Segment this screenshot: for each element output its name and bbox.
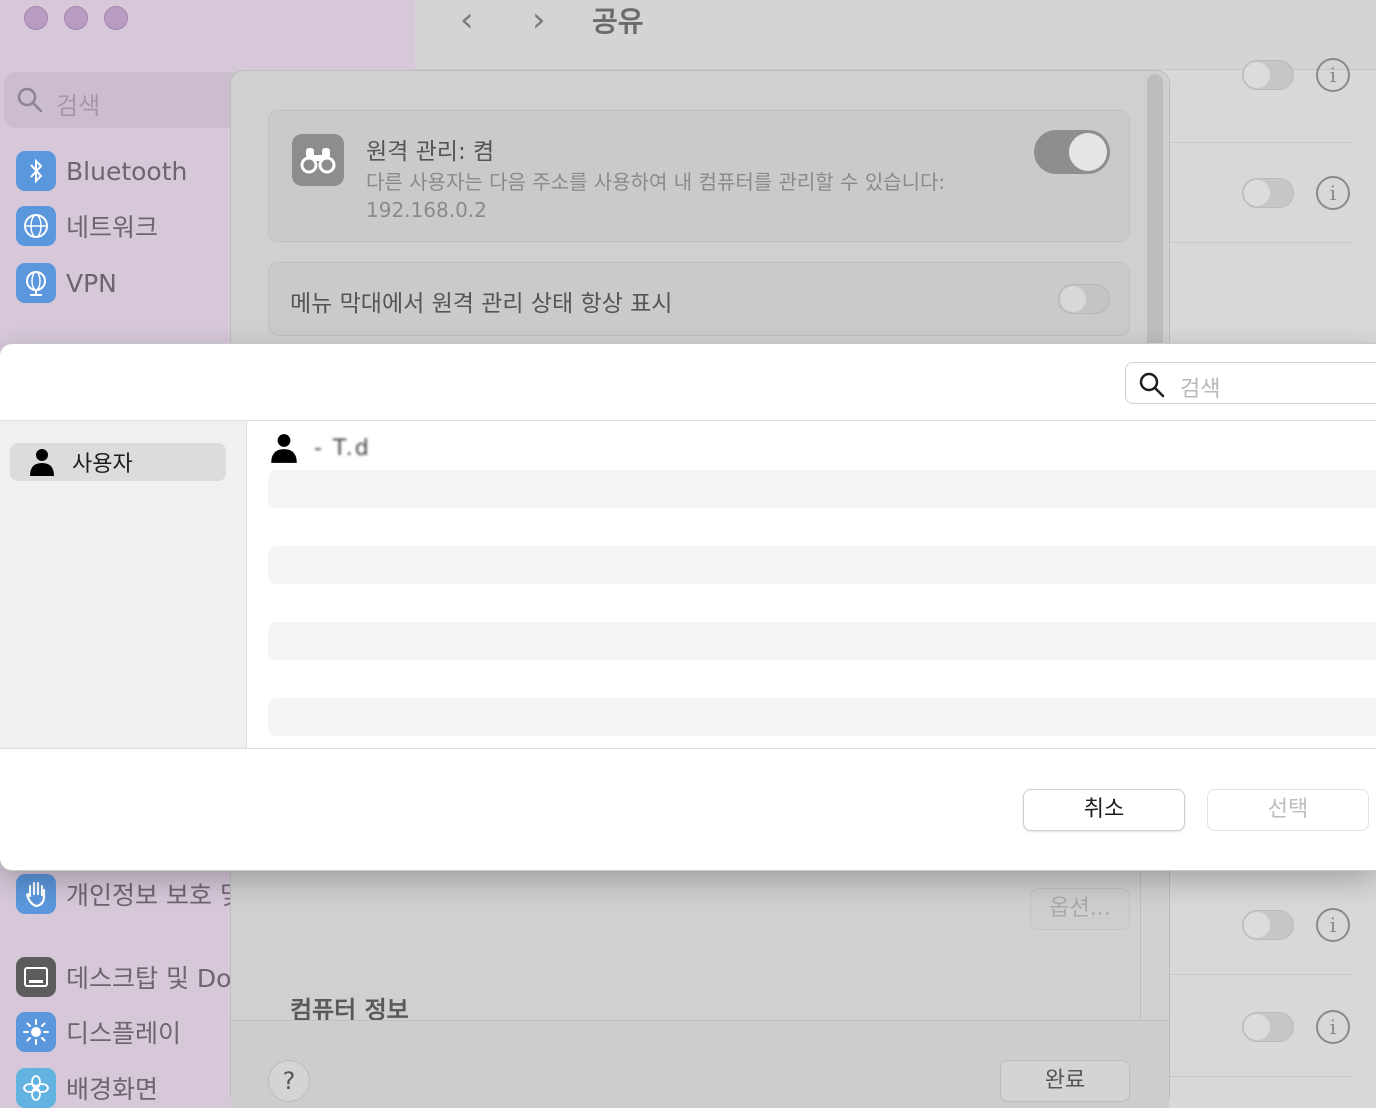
options-button[interactable]: 옵션...: [1030, 888, 1130, 930]
service-toggle[interactable]: [1242, 60, 1294, 90]
sidebar-item-desktop-dock[interactable]: 데스크탑 및 Do: [16, 957, 231, 997]
info-icon[interactable]: i: [1316, 176, 1350, 210]
sidebar-item-label: VPN: [66, 268, 117, 298]
list-stripe: [268, 622, 1376, 660]
sidebar-search-placeholder: 검색: [56, 92, 101, 120]
remote-management-address: 192.168.0.2: [366, 198, 487, 222]
user-search-field[interactable]: 검색: [1125, 362, 1376, 404]
zoom-window-button[interactable]: [104, 6, 128, 30]
row-divider: [1170, 1076, 1354, 1077]
row-divider: [1170, 242, 1354, 243]
menu-bar-status-label: 메뉴 막대에서 원격 관리 상태 항상 표시: [290, 291, 673, 317]
user-picker-dialog: 검색 사용자 - T.d 취소 선택: [0, 344, 1376, 870]
binoculars-icon: [292, 134, 344, 186]
sidebar-item-label: Bluetooth: [66, 156, 188, 186]
cancel-button[interactable]: 취소: [1023, 789, 1185, 831]
remote-management-description: 다른 사용자는 다음 주소를 사용하여 내 컴퓨터를 관리할 수 있습니다: 1…: [366, 168, 1006, 224]
search-icon: [17, 87, 43, 113]
search-icon: [1139, 372, 1165, 398]
sidebar-item-network[interactable]: 네트워크: [16, 206, 158, 246]
user-name: - T.d: [314, 435, 371, 461]
sidebar-item-label: 디스플레이: [66, 1019, 182, 1048]
sheet-scroll-track: [1140, 870, 1141, 1020]
sidebar-item-bluetooth[interactable]: Bluetooth: [16, 151, 187, 191]
row-divider: [1170, 974, 1354, 975]
category-sidebar: 사용자: [0, 421, 247, 748]
forward-button[interactable]: ›: [532, 0, 546, 40]
person-icon: [271, 434, 297, 463]
minimize-window-button[interactable]: [64, 6, 88, 30]
select-button[interactable]: 선택: [1207, 789, 1369, 831]
menu-bar-status-toggle[interactable]: [1058, 284, 1110, 314]
back-button[interactable]: ‹: [460, 0, 474, 40]
done-button[interactable]: 완료: [1000, 1060, 1130, 1102]
close-window-button[interactable]: [24, 6, 48, 30]
display-sun-icon: [16, 1012, 56, 1052]
sidebar-item-displays[interactable]: 디스플레이: [16, 1012, 181, 1052]
dialog-divider: [0, 748, 1376, 749]
list-stripe: [268, 546, 1376, 584]
network-globe-icon: [16, 206, 56, 246]
sidebar-item-label: 데스크탑 및 Do: [66, 964, 232, 993]
remote-management-title: 원격 관리: 켬: [366, 139, 495, 165]
desktop-dock-icon: [16, 957, 56, 997]
user-list-item[interactable]: - T.d: [268, 428, 371, 468]
service-toggle[interactable]: [1242, 178, 1294, 208]
settings-header: [415, 0, 1376, 70]
help-button[interactable]: ?: [268, 1060, 310, 1102]
wallpaper-flower-icon: [16, 1068, 56, 1108]
sidebar-item-wallpaper[interactable]: 배경화면: [16, 1068, 158, 1108]
list-stripe: [268, 470, 1376, 508]
sheet-scrollbar[interactable]: [1147, 74, 1163, 350]
user-search-placeholder: 검색: [1180, 377, 1221, 402]
category-item-users[interactable]: 사용자: [10, 443, 226, 481]
remote-management-description-text: 다른 사용자는 다음 주소를 사용하여 내 컴퓨터를 관리할 수 있습니다:: [366, 170, 946, 194]
sidebar-item-privacy[interactable]: 개인정보 보호 및: [16, 874, 243, 914]
sidebar-item-label: 네트워크: [66, 213, 159, 242]
list-stripe: [268, 698, 1376, 736]
sidebar-search[interactable]: 검색: [4, 72, 244, 128]
privacy-hand-icon: [16, 874, 56, 914]
service-toggle[interactable]: [1242, 910, 1294, 940]
category-item-label: 사용자: [72, 452, 133, 477]
sidebar-item-vpn[interactable]: VPN: [16, 263, 117, 303]
info-icon[interactable]: i: [1316, 58, 1350, 92]
row-divider: [1170, 142, 1354, 143]
vpn-globe-icon: [16, 263, 56, 303]
sidebar-item-label: 개인정보 보호 및: [66, 881, 243, 910]
page-title: 공유: [592, 5, 644, 38]
info-icon[interactable]: i: [1316, 908, 1350, 942]
person-icon: [30, 449, 54, 476]
remote-management-toggle[interactable]: [1034, 130, 1110, 174]
sidebar-item-label: 배경화면: [66, 1075, 159, 1104]
service-toggle[interactable]: [1242, 1012, 1294, 1042]
bluetooth-icon: [16, 151, 56, 191]
info-icon[interactable]: i: [1316, 1010, 1350, 1044]
